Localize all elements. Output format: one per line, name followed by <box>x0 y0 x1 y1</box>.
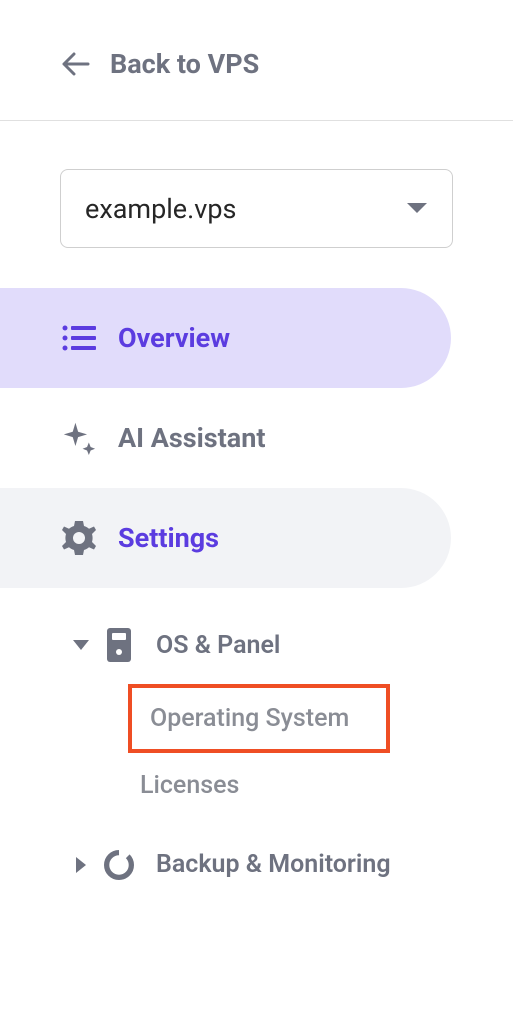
licenses-label: Licenses <box>140 771 239 800</box>
settings-operating-system[interactable]: Operating System <box>128 684 390 753</box>
nav-ai-assistant[interactable]: AI Assistant <box>0 388 451 488</box>
gear-icon <box>62 521 96 555</box>
settings-backup-monitoring-header[interactable]: Backup & Monitoring <box>0 826 513 904</box>
nav-ai-label: AI Assistant <box>118 422 266 454</box>
list-icon <box>62 321 96 355</box>
arrow-left-icon <box>62 50 90 78</box>
operating-system-label: Operating System <box>150 704 349 733</box>
backup-monitoring-label: Backup & Monitoring <box>156 849 391 882</box>
nav-settings-label: Settings <box>118 522 219 554</box>
back-nav[interactable]: Back to VPS <box>0 0 513 120</box>
server-icon <box>104 628 134 662</box>
os-panel-label: OS & Panel <box>156 631 280 660</box>
nav-overview-label: Overview <box>118 322 230 354</box>
caret-down-icon <box>72 636 90 654</box>
caret-down-icon <box>406 202 428 216</box>
settings-licenses[interactable]: Licenses <box>140 753 513 818</box>
back-label: Back to VPS <box>110 48 259 80</box>
nav-settings[interactable]: Settings <box>0 488 451 588</box>
vps-selected-value: example.vps <box>85 193 236 225</box>
sparkle-icon <box>62 421 96 455</box>
nav-overview[interactable]: Overview <box>0 288 451 388</box>
settings-os-panel-header[interactable]: OS & Panel <box>0 606 513 684</box>
caret-right-icon <box>72 856 90 874</box>
ring-icon <box>104 848 134 882</box>
vps-selector[interactable]: example.vps <box>60 169 453 248</box>
